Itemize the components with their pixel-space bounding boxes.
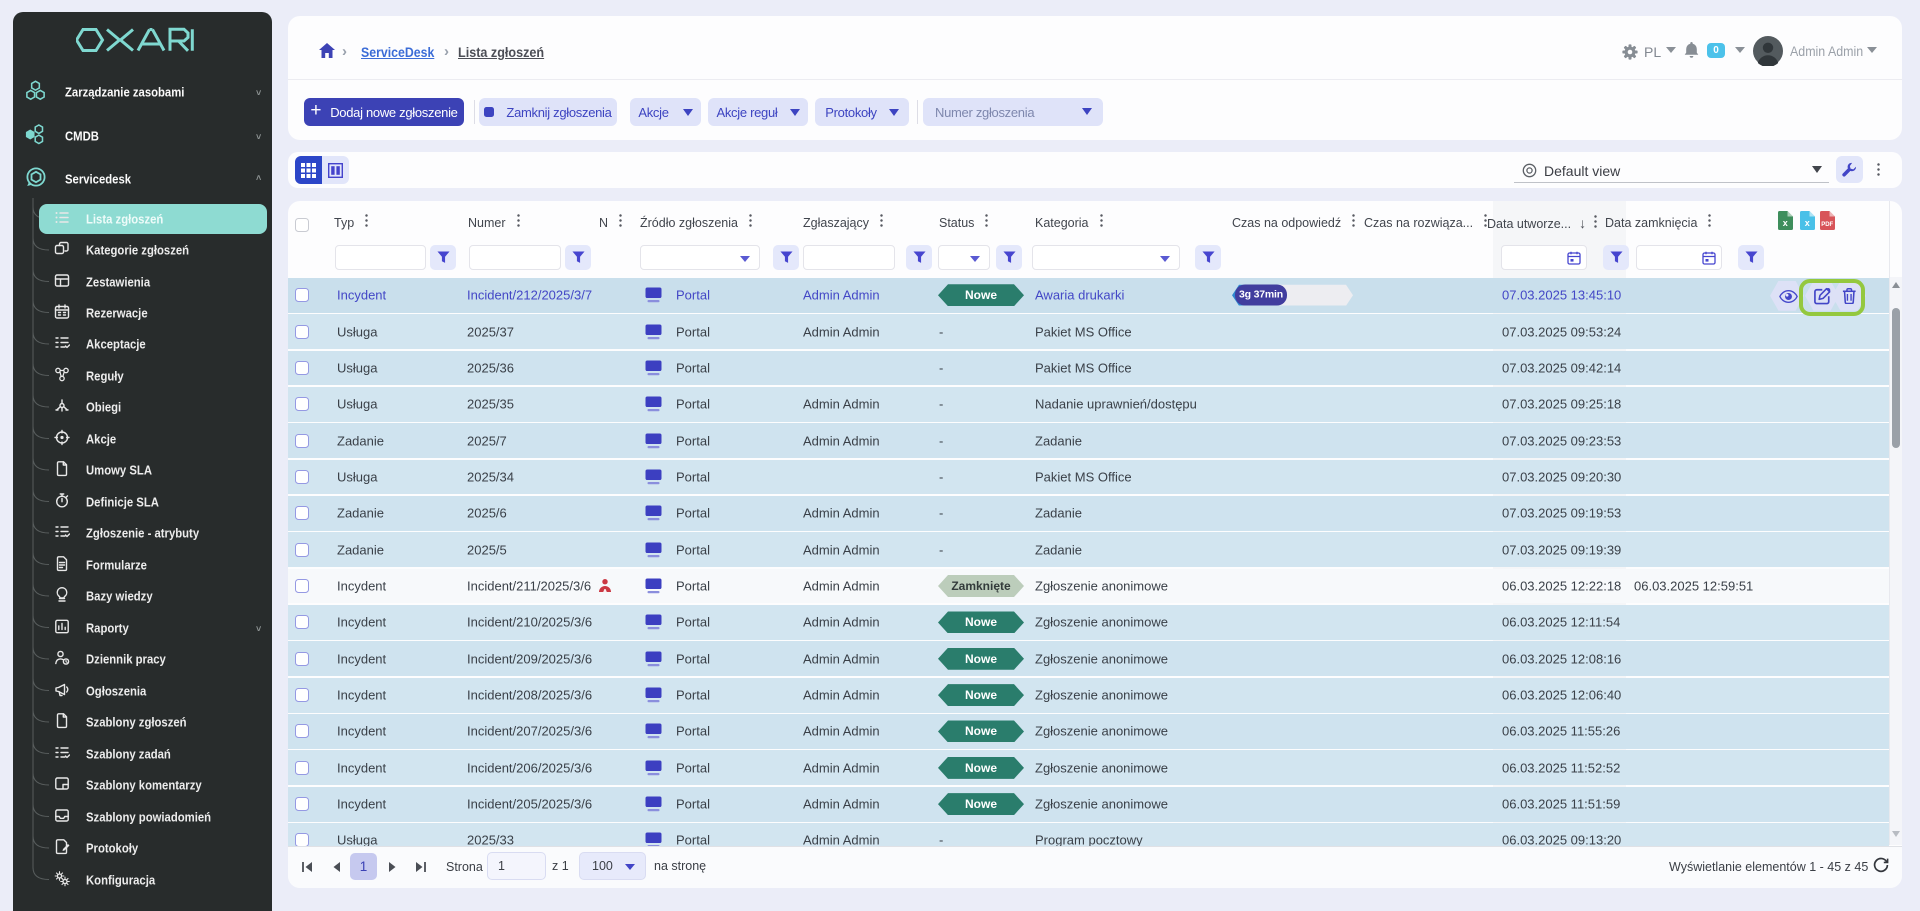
svg-text:x: x [1783,218,1788,228]
svg-text:x: x [1805,218,1810,228]
svg-text:PDF: PDF [1821,222,1833,228]
